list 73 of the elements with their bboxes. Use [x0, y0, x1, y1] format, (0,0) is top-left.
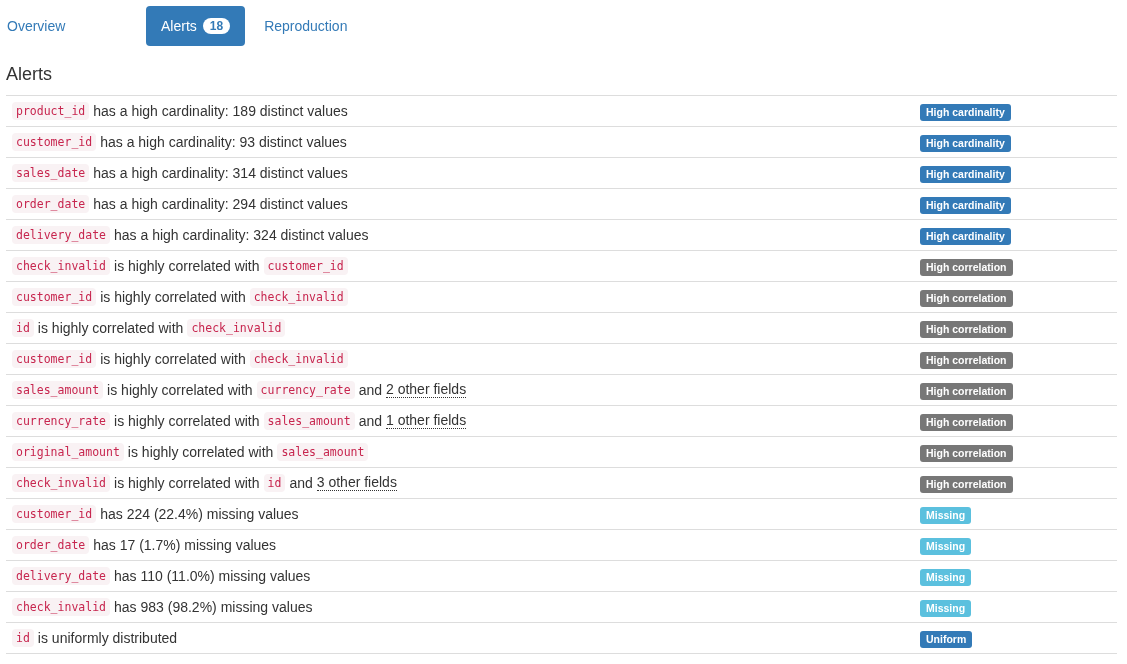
column-name: product_id	[12, 102, 90, 120]
column-name: original_amount	[12, 443, 124, 461]
alert-text: is highly correlated with	[127, 444, 274, 460]
count-badge: 18	[202, 18, 231, 34]
alert-type-label: Missing	[920, 507, 972, 524]
alert-type-label: High correlation	[920, 259, 1013, 276]
column-name: check_invalid	[12, 257, 110, 275]
alert-text: has a high cardinality: 294 distinct values	[93, 196, 348, 212]
column-name: customer_id	[263, 257, 348, 275]
column-name: sales_amount	[263, 412, 355, 430]
alert-text: is highly correlated with	[107, 382, 253, 398]
alert-type-label: High correlation	[920, 476, 1013, 493]
column-name: customer_id	[12, 288, 97, 306]
alert-text: has a high cardinality: 314 distinct values	[93, 165, 348, 181]
column-name: order_date	[12, 536, 90, 554]
alert-type-label: Missing	[920, 600, 972, 617]
alert-text: is highly correlated with	[114, 413, 260, 429]
column-name: check_invalid	[12, 474, 110, 492]
alert-type-label: High correlation	[920, 352, 1013, 369]
alert-text: is highly correlated with	[114, 258, 260, 274]
column-name: sales_amount	[277, 443, 369, 461]
alert-type-label: High correlation	[920, 290, 1013, 307]
column-name: order_date	[12, 195, 90, 213]
alert-text: is highly correlated with	[37, 320, 184, 336]
tab[interactable]: Alerts 18	[146, 6, 246, 46]
alert-type-label: Missing	[920, 569, 972, 586]
column-name: customer_id	[12, 133, 97, 151]
alert-text: is uniformly distributed	[37, 630, 178, 646]
alert-type-label: High correlation	[920, 445, 1013, 462]
column-name: sales_date	[12, 164, 90, 182]
alert-text: has 17 (1.7%) missing values	[93, 537, 277, 553]
tab[interactable]: Reproduction	[249, 6, 363, 46]
column-name: check_invalid	[249, 350, 348, 368]
alert-text: is highly correlated with	[100, 289, 246, 305]
alert-text: has 983 (98.2%) missing values	[114, 599, 313, 615]
column-name: check_invalid	[249, 288, 348, 306]
column-name: sales_amount	[12, 381, 104, 399]
alert-type-label: High correlation	[920, 321, 1013, 338]
other-fields-link[interactable]: 3 other fields	[316, 475, 397, 491]
alert-text: has 224 (22.4%) missing values	[100, 506, 299, 522]
column-name: check_invalid	[187, 319, 286, 337]
alert-type-label: High cardinality	[920, 197, 1011, 214]
alert-text: is highly correlated with	[114, 475, 260, 491]
column-name: id	[12, 629, 34, 647]
column-name: check_invalid	[12, 598, 110, 616]
tab[interactable]: Overview	[6, 6, 84, 46]
column-name: delivery_date	[12, 226, 110, 244]
alert-text: is highly correlated with	[100, 351, 246, 367]
column-name: id	[263, 474, 286, 492]
section-heading: Alerts	[6, 64, 53, 85]
other-fields-link[interactable]: 1 other fields	[386, 413, 467, 429]
alert-text: and	[358, 382, 382, 398]
alert-text: and	[358, 413, 382, 429]
alert-text: has a high cardinality: 324 distinct values	[114, 227, 369, 243]
alert-type-label: Missing	[920, 538, 972, 555]
alert-type-label: High cardinality	[920, 228, 1011, 245]
alert-type-label: High correlation	[920, 414, 1013, 431]
other-fields-link[interactable]: 2 other fields	[386, 382, 467, 398]
alert-text: has 110 (11.0%) missing values	[114, 568, 311, 584]
alert-type-label: High cardinality	[920, 135, 1011, 152]
alert-text: and	[289, 475, 313, 491]
column-name: id	[12, 319, 34, 337]
alert-type-label: High correlation	[920, 383, 1013, 400]
column-name: customer_id	[12, 505, 97, 523]
alert-text: has a high cardinality: 189 distinct values	[93, 103, 348, 119]
alert-type-label: High cardinality	[920, 104, 1011, 121]
column-name: customer_id	[12, 350, 97, 368]
alert-text: has a high cardinality: 93 distinct values	[100, 134, 347, 150]
alert-type-label: High cardinality	[920, 166, 1011, 183]
alert-type-label: Uniform	[920, 631, 973, 648]
column-name: currency_rate	[12, 412, 110, 430]
column-name: currency_rate	[256, 381, 355, 399]
column-name: delivery_date	[12, 567, 110, 585]
